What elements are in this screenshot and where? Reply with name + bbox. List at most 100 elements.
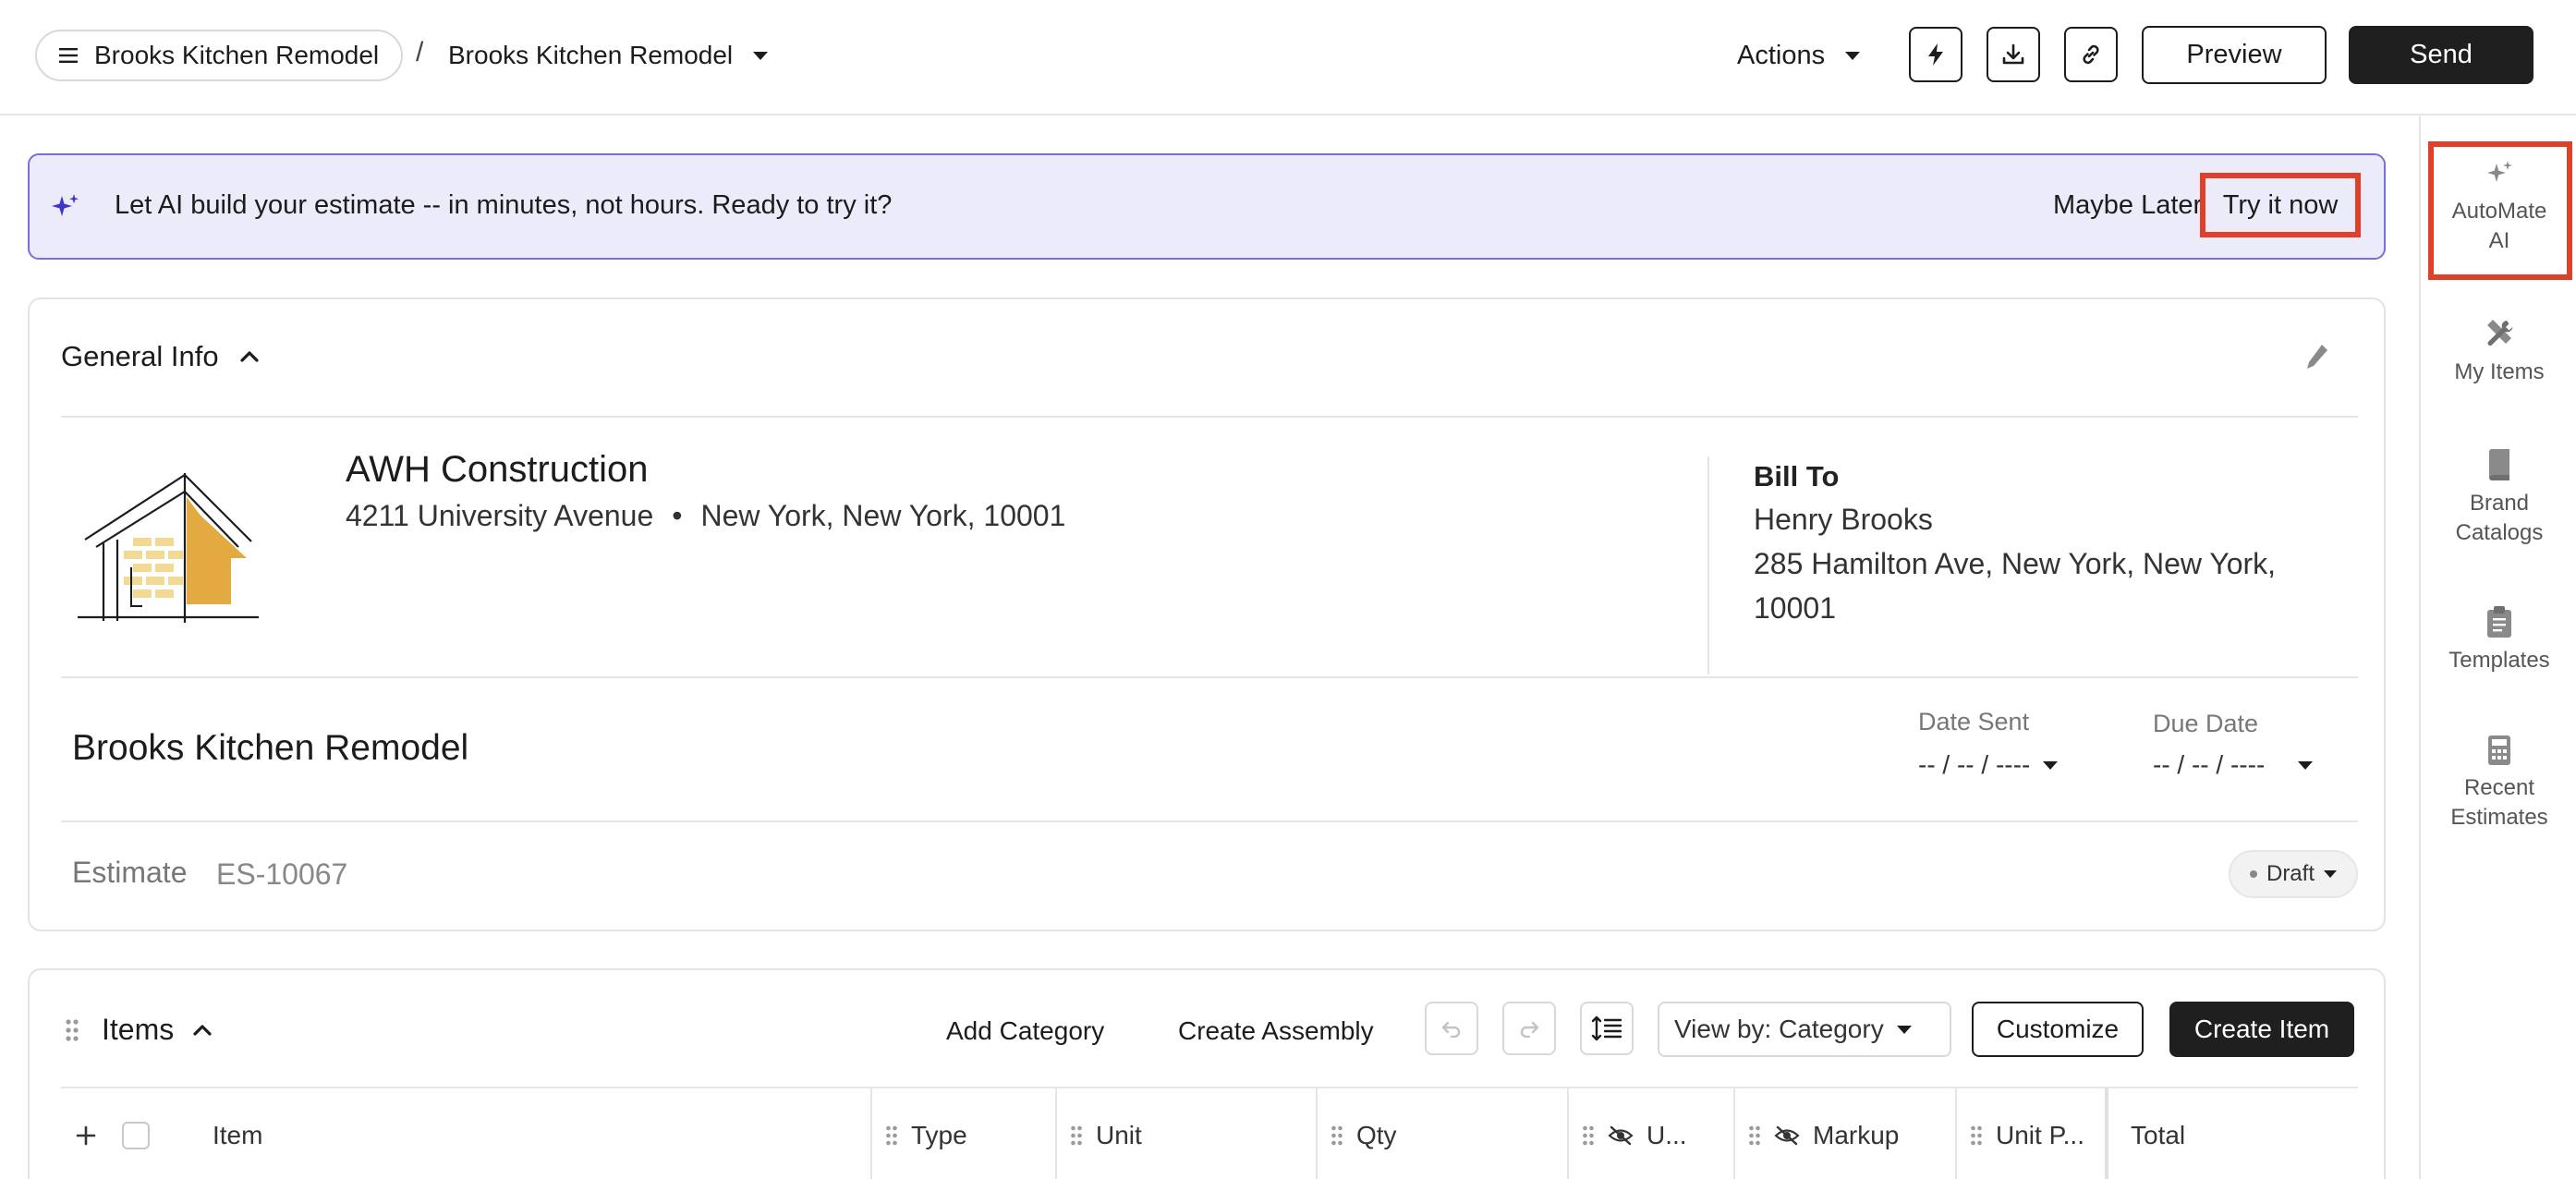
- eye-off-icon: [1608, 1125, 1634, 1146]
- status-label: Draft: [2266, 861, 2315, 886]
- estimate-number: ES-10067: [216, 857, 348, 891]
- drag-handle-icon: [1971, 1125, 1982, 1146]
- lightning-icon: [1928, 43, 1943, 66]
- drag-handle-icon: [1071, 1125, 1082, 1146]
- undo-button[interactable]: [1425, 1002, 1478, 1055]
- view-by-label: View by: Category: [1674, 1015, 1884, 1043]
- column-divider: [870, 1088, 872, 1179]
- breadcrumb-separator: /: [416, 37, 424, 67]
- column-type[interactable]: Type: [885, 1088, 967, 1179]
- undo-icon: [1441, 1021, 1461, 1038]
- chevron-down-icon: [1896, 1025, 1912, 1034]
- general-info-card: General Info AWH Construction 4211 Unive…: [28, 298, 2386, 931]
- pencil-icon[interactable]: [2304, 342, 2330, 373]
- sidebar-item-templates[interactable]: Templates: [2421, 605, 2576, 675]
- column-unit-label: Unit: [1096, 1121, 1142, 1149]
- bill-to-title: Bill To: [1754, 460, 1840, 492]
- preview-button[interactable]: Preview: [2142, 26, 2327, 84]
- sidebar-item-label: Catalogs: [2455, 520, 2544, 545]
- column-item[interactable]: Item: [213, 1088, 262, 1179]
- column-unit-price-label: Unit P...: [1996, 1121, 2084, 1149]
- redo-button[interactable]: [1502, 1002, 1556, 1055]
- row-height-button[interactable]: [1580, 1002, 1634, 1055]
- card-divider: [61, 676, 2358, 678]
- sidebar-item-recent-estimates[interactable]: Recent Estimates: [2421, 735, 2576, 833]
- create-assembly-button[interactable]: Create Assembly: [1178, 1016, 1374, 1046]
- bill-to-name: Henry Brooks: [1754, 503, 1933, 536]
- checkbox[interactable]: [122, 1122, 150, 1149]
- date-sent-picker[interactable]: -- / -- / ----: [1918, 750, 2059, 780]
- add-category-button[interactable]: Add Category: [946, 1016, 1104, 1046]
- status-badge[interactable]: Draft: [2229, 850, 2358, 898]
- copy-link-button[interactable]: [2064, 27, 2118, 82]
- clipboard-icon: [2487, 606, 2511, 638]
- actions-dropdown[interactable]: Actions: [1737, 30, 1861, 81]
- column-divider: [1955, 1088, 1957, 1179]
- column-markup[interactable]: Markup: [1748, 1088, 1899, 1179]
- chevron-down-icon: [2043, 760, 2059, 770]
- column-qty[interactable]: Qty: [1331, 1088, 1397, 1179]
- chevron-up-icon: [240, 351, 259, 362]
- create-item-button[interactable]: Create Item: [2169, 1002, 2354, 1057]
- date-sent-value: -- / -- / ----: [1918, 750, 2031, 779]
- column-divider: [1055, 1088, 1057, 1179]
- menu-icon: [59, 48, 78, 63]
- due-date-picker[interactable]: -- / -- / ----: [2153, 750, 2314, 780]
- column-unit[interactable]: Unit: [1070, 1088, 1142, 1179]
- sparkle-icon: [52, 194, 79, 216]
- general-info-title: General Info: [61, 340, 219, 372]
- items-toggle[interactable]: Items: [102, 1013, 213, 1047]
- select-all-checkbox[interactable]: [122, 1088, 150, 1179]
- sidebar-item-label: Recent: [2463, 775, 2535, 800]
- column-unit-cost[interactable]: U...: [1582, 1088, 1687, 1179]
- estimate-label: Estimate: [72, 856, 188, 889]
- company-city: New York, New York, 10001: [700, 499, 1066, 532]
- column-item-label: Item: [213, 1121, 263, 1149]
- company-address: 4211 University Avenue • New York, New Y…: [346, 499, 1065, 533]
- sidebar-item-brand-catalogs[interactable]: Brand Catalogs: [2421, 448, 2576, 548]
- sidebar-item-label: Templates: [2448, 648, 2550, 673]
- download-button[interactable]: [1987, 27, 2040, 82]
- add-row-button[interactable]: [76, 1088, 96, 1179]
- due-date-value: -- / -- / ----: [2153, 750, 2266, 779]
- link-icon: [2083, 44, 2099, 65]
- try-it-now-button[interactable]: Try it now: [2200, 173, 2361, 237]
- drag-handle-icon: [1583, 1125, 1594, 1146]
- plus-icon: [76, 1125, 96, 1146]
- column-divider: [1567, 1088, 1569, 1179]
- status-dot-icon: [2249, 870, 2257, 878]
- breadcrumb-root-pill[interactable]: Brooks Kitchen Remodel: [35, 30, 404, 81]
- send-button[interactable]: Send: [2349, 26, 2533, 84]
- redo-icon: [1520, 1021, 1539, 1038]
- drag-handle-icon[interactable]: [65, 1018, 79, 1042]
- column-divider: [1733, 1088, 1735, 1179]
- column-markup-label: Markup: [1813, 1121, 1900, 1149]
- line-spacing-icon: [1591, 1015, 1622, 1041]
- breadcrumb-current-dropdown[interactable]: Brooks Kitchen Remodel: [448, 30, 769, 81]
- drag-handle-icon: [886, 1125, 897, 1146]
- calculator-icon: [2488, 735, 2510, 765]
- quick-action-button[interactable]: [1909, 27, 1962, 82]
- breadcrumb-current-label: Brooks Kitchen Remodel: [448, 41, 734, 69]
- drag-handle-icon: [1749, 1125, 1760, 1146]
- chevron-down-icon: [2298, 760, 2314, 770]
- customize-button[interactable]: Customize: [1972, 1002, 2144, 1057]
- view-by-select[interactable]: View by: Category: [1658, 1002, 1951, 1057]
- general-info-toggle[interactable]: General Info: [61, 340, 260, 373]
- items-table-header: Item Type Unit Qty U... Markup Unit P...…: [61, 1087, 2358, 1179]
- chevron-down-icon: [753, 51, 769, 60]
- column-qty-label: Qty: [1356, 1121, 1397, 1149]
- items-card: Items Add Category Create Assembly View …: [28, 968, 2386, 1179]
- sidebar-item-my-items[interactable]: My Items: [2421, 317, 2576, 387]
- maybe-later-button[interactable]: Maybe Later: [2053, 190, 2202, 221]
- company-logo: [78, 473, 259, 623]
- column-unit-price[interactable]: Unit P...: [1970, 1088, 2084, 1179]
- actions-label: Actions: [1737, 40, 1826, 70]
- chevron-up-icon: [193, 1024, 212, 1036]
- address-bullet: •: [672, 499, 683, 532]
- column-total[interactable]: Total: [2131, 1088, 2185, 1179]
- column-type-label: Type: [911, 1121, 967, 1149]
- company-street: 4211 University Avenue: [346, 499, 654, 532]
- ai-estimate-banner: Let AI build your estimate -- in minutes…: [28, 153, 2386, 260]
- book-icon: [2489, 449, 2509, 480]
